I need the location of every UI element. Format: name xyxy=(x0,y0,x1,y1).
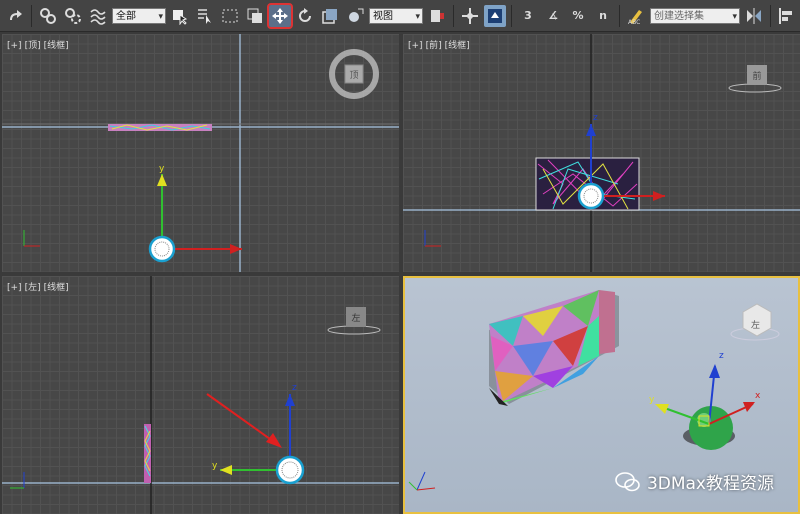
annotation-arrow xyxy=(206,393,282,448)
pivot-center-icon[interactable] xyxy=(426,5,448,27)
viewcube-persp[interactable]: 左 xyxy=(730,303,780,341)
svg-text:z: z xyxy=(593,113,598,123)
select-by-name-icon[interactable] xyxy=(194,5,216,27)
wall-object-left[interactable] xyxy=(144,424,151,483)
align-icon[interactable] xyxy=(776,5,798,27)
viewport-left[interactable]: [+] [左] [线框] 左 z y xyxy=(2,276,399,514)
viewport-top-scene: 顶 y xyxy=(2,34,399,272)
placement-icon[interactable] xyxy=(344,5,366,27)
viewcube-front[interactable]: 前 xyxy=(728,65,782,93)
wall-object-top[interactable] xyxy=(108,124,212,131)
sphere-object[interactable] xyxy=(683,406,735,450)
svg-text:顶: 顶 xyxy=(349,70,358,81)
bind-spacewarp-icon[interactable] xyxy=(87,5,109,27)
redo-icon[interactable] xyxy=(4,5,26,27)
svg-text:ABC: ABC xyxy=(628,19,640,25)
window-crossing-icon[interactable] xyxy=(244,5,266,27)
axis-tripod xyxy=(23,230,40,247)
viewcube-top[interactable]: 顶 xyxy=(329,49,379,99)
select-manipulate-icon[interactable] xyxy=(459,5,481,27)
spinner-snap-icon[interactable]: n xyxy=(592,5,614,27)
viewport-front[interactable]: [+] [前] [线框] 前 z xyxy=(403,34,800,272)
viewport-left-scene: 左 z y xyxy=(2,276,399,514)
select-object-icon[interactable] xyxy=(169,5,191,27)
edit-named-selection-icon[interactable]: ABC xyxy=(625,5,647,27)
select-scale-icon[interactable] xyxy=(319,5,341,27)
wall-object-persp[interactable] xyxy=(489,290,619,406)
keyboard-shortcut-override-icon[interactable] xyxy=(484,4,506,27)
snaps-toggle-icon[interactable]: 3 xyxy=(517,5,539,27)
svg-text:前: 前 xyxy=(752,70,761,82)
watermark: 3DMax教程资源 xyxy=(615,469,774,494)
svg-text:x: x xyxy=(755,391,761,401)
wechat-icon xyxy=(615,471,640,491)
rect-selection-icon[interactable] xyxy=(219,5,241,27)
viewport-top[interactable]: [+] [顶] [线框] 顶 y xyxy=(2,34,399,272)
select-move-icon[interactable] xyxy=(267,2,293,29)
svg-text:左: 左 xyxy=(351,312,360,324)
viewcube-left[interactable]: 左 xyxy=(327,307,381,335)
ref-coord-dropdown[interactable]: 视图 xyxy=(369,7,423,25)
select-rotate-icon[interactable] xyxy=(294,5,316,27)
viewport-perspective[interactable]: 左 z y x 3DMax教程资源 xyxy=(403,276,800,514)
svg-text:左: 左 xyxy=(751,319,760,331)
svg-text:z: z xyxy=(719,351,724,361)
selection-filter-dropdown[interactable]: 全部 xyxy=(112,7,166,25)
viewport-front-scene: 前 z xyxy=(403,34,800,272)
angle-snap-icon[interactable]: ∡ xyxy=(542,5,564,27)
percent-snap-icon[interactable]: % xyxy=(567,5,589,27)
svg-text:y: y xyxy=(649,395,655,405)
named-selection-input[interactable]: 创建选择集 xyxy=(650,7,740,25)
svg-text:y: y xyxy=(159,164,165,174)
main-toolbar: 全部 视图 3 ∡ % n ABC 创建选择集 xyxy=(0,0,800,32)
link-icon[interactable] xyxy=(37,5,59,27)
mirror-icon[interactable] xyxy=(743,5,765,27)
svg-text:z: z xyxy=(292,383,297,393)
unlink-icon[interactable] xyxy=(62,5,84,27)
svg-text:y: y xyxy=(212,461,218,471)
